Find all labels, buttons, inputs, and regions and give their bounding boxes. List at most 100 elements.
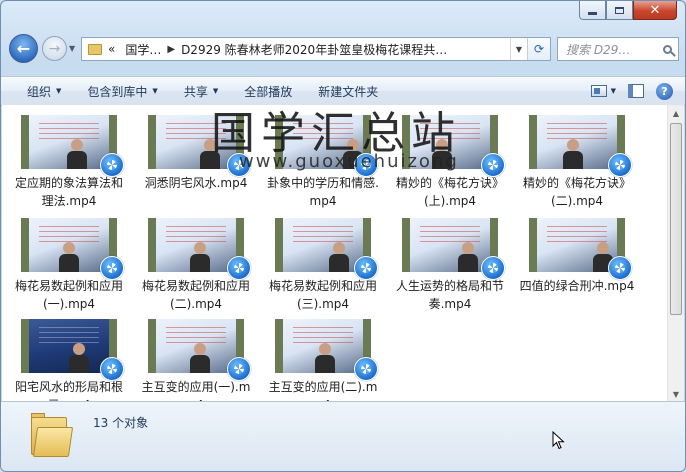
help-icon[interactable]: ? — [656, 82, 673, 100]
file-item[interactable]: 四值的绿合刑冲.mp4 — [519, 218, 635, 295]
presenter-figure — [329, 242, 349, 272]
scrollbar-thumb[interactable] — [670, 123, 682, 315]
file-item[interactable]: 精妙的《梅花方诀》(上).mp4 — [392, 115, 508, 210]
organize-label: 组织 — [27, 84, 52, 99]
address-dropdown-icon[interactable]: ▼ — [510, 38, 527, 60]
presenter-figure — [315, 343, 335, 373]
file-item[interactable]: 精妙的《梅花方诀》(二).mp4 — [519, 115, 635, 210]
media-player-icon — [227, 357, 251, 381]
item-count: 13 个对象 — [93, 416, 149, 430]
breadcrumb-current[interactable]: D2929 陈春林老师2020年卦筮皇极梅花课程共… — [181, 41, 447, 58]
maximize-button[interactable] — [606, 1, 633, 20]
media-player-icon — [227, 256, 251, 280]
presenter-figure — [458, 242, 478, 272]
video-thumbnail — [148, 319, 251, 381]
details-pane: 13 个对象 — [1, 401, 685, 471]
organize-menu[interactable]: 组织 ▼ — [1, 77, 74, 105]
video-thumbnail — [402, 218, 505, 280]
address-actions: ▼ ⟳ — [510, 38, 550, 60]
file-name: 定应期的象法算法和理法.mp4 — [14, 176, 123, 208]
video-thumbnail — [21, 319, 124, 381]
presenter-figure — [200, 139, 220, 169]
media-player-icon — [354, 153, 378, 177]
file-name: 梅花易数起例和应用(二).mp4 — [141, 279, 250, 311]
back-button[interactable]: ← — [9, 34, 38, 63]
file-item[interactable]: 梅花易数起例和应用(三).mp4 — [265, 218, 381, 313]
back-arrow-icon: ← — [16, 39, 31, 58]
file-name: 精妙的《梅花方诀》(二).mp4 — [522, 176, 631, 208]
toolbar-right: ▼ ? — [590, 82, 673, 100]
address-bar[interactable]: « 国学… ▶ D2929 陈春林老师2020年卦筮皇极梅花课程共… ▼ ⟳ — [81, 37, 551, 61]
minimize-icon — [588, 11, 597, 15]
file-list: ▲ ▼ 定应期的象法算法和理法.mp4 洞悉阴宅风水.mp4 卦象中的学历和情感.m… — [2, 105, 684, 412]
file-item[interactable]: 洞悉阴宅风水.mp4 — [138, 115, 254, 192]
presenter-figure — [190, 242, 210, 272]
file-name: 人生运势的格局和节奏.mp4 — [395, 279, 504, 311]
forward-button[interactable]: → — [42, 36, 67, 61]
file-item[interactable]: 主互变的应用(一).mp4 — [138, 319, 254, 414]
file-item[interactable]: 梅花易数起例和应用(二).mp4 — [138, 218, 254, 313]
refresh-icon[interactable]: ⟳ — [527, 38, 550, 60]
file-item[interactable]: 梅花易数起例和应用(一).mp4 — [11, 218, 127, 313]
presenter-figure — [69, 343, 89, 373]
share-menu[interactable]: 共享 ▼ — [171, 77, 231, 105]
mouse-cursor-icon — [552, 431, 565, 450]
file-name: 卦象中的学历和情感.mp4 — [267, 176, 379, 208]
view-dropdown-icon[interactable]: ▼ — [611, 87, 616, 95]
vertical-scrollbar[interactable]: ▲ ▼ — [667, 105, 684, 403]
include-in-library-menu[interactable]: 包含到库中 ▼ — [74, 77, 170, 105]
minimize-button[interactable] — [579, 1, 606, 20]
file-name: 精妙的《梅花方诀》(上).mp4 — [395, 176, 504, 208]
video-thumbnail — [275, 115, 378, 177]
presenter-figure — [432, 139, 452, 169]
media-player-icon — [100, 256, 124, 280]
presenter-figure — [67, 139, 87, 169]
breadcrumb-item[interactable]: 国学… — [125, 41, 161, 58]
close-icon: ✕ — [649, 2, 661, 18]
search-icon — [663, 44, 672, 54]
play-all-button[interactable]: 全部播放 — [231, 77, 305, 105]
video-thumbnail — [148, 115, 251, 177]
scroll-up-icon[interactable]: ▲ — [668, 105, 684, 122]
video-thumbnail — [275, 218, 378, 280]
search-input[interactable]: 搜索 D29… — [557, 37, 679, 61]
media-player-icon — [100, 357, 124, 381]
preview-pane-icon[interactable] — [628, 84, 644, 98]
media-player-icon — [354, 256, 378, 280]
video-thumbnail — [529, 115, 632, 177]
video-thumbnail — [21, 218, 124, 280]
breadcrumb-separator-icon[interactable]: ▶ — [167, 44, 175, 55]
file-item[interactable]: 主互变的应用(二).mp4 — [265, 319, 381, 414]
command-bar: 组织 ▼ 包含到库中 ▼ 共享 ▼ 全部播放 新建文件夹 ▼ ? — [1, 76, 685, 106]
file-item[interactable]: 卦象中的学历和情感.mp4 — [265, 115, 381, 210]
file-item[interactable]: 人生运势的格局和节奏.mp4 — [392, 218, 508, 313]
presenter-figure — [563, 139, 583, 169]
media-player-icon — [608, 153, 632, 177]
video-thumbnail — [402, 115, 505, 177]
include-in-library-label: 包含到库中 — [87, 84, 148, 99]
video-thumbnail — [21, 115, 124, 177]
new-folder-button[interactable]: 新建文件夹 — [305, 77, 391, 105]
file-item[interactable]: 阳宅风水的形局和根元.mp4 — [11, 319, 127, 414]
recent-pages-dropdown[interactable]: ▼ — [69, 44, 79, 53]
window-controls: ✕ — [579, 1, 677, 20]
close-button[interactable]: ✕ — [633, 1, 677, 20]
play-all-label: 全部播放 — [244, 84, 293, 99]
presenter-figure — [59, 242, 79, 272]
file-name: 梅花易数起例和应用(三).mp4 — [268, 279, 377, 311]
chevron-down-icon: ▼ — [212, 87, 219, 95]
search-placeholder: 搜索 D29… — [566, 42, 631, 57]
file-name: 梅花易数起例和应用(一).mp4 — [14, 279, 123, 311]
share-label: 共享 — [183, 84, 208, 99]
explorer-window: ✕ ← → ▼ « 国学… ▶ D2929 陈春林老师2020年卦筮皇极梅花课程… — [0, 0, 686, 472]
new-folder-label: 新建文件夹 — [318, 84, 379, 99]
breadcrumb-overflow[interactable]: « — [108, 42, 115, 56]
file-item[interactable]: 定应期的象法算法和理法.mp4 — [11, 115, 127, 210]
video-thumbnail — [275, 319, 378, 381]
video-thumbnail — [148, 218, 251, 280]
navigation-bar: ← → ▼ « 国学… ▶ D2929 陈春林老师2020年卦筮皇极梅花课程共…… — [9, 34, 679, 64]
media-player-icon — [481, 153, 505, 177]
folder-icon — [88, 43, 102, 55]
folder-large-icon — [31, 411, 74, 457]
change-view-icon[interactable] — [590, 85, 607, 97]
